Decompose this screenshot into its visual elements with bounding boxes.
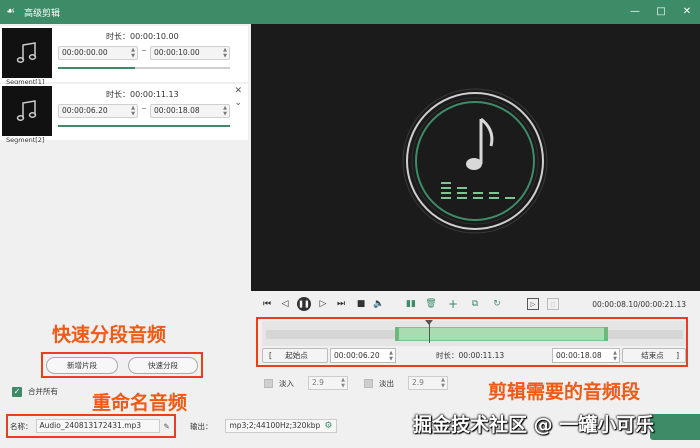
step-back-icon[interactable]: ◁ xyxy=(279,298,291,310)
segment-item[interactable]: Segment[1] 时长：00:00:10.00 00:00:00.00 ▲ ▼ … xyxy=(0,26,248,86)
checkmark-icon[interactable]: ✓ xyxy=(12,386,22,397)
music-note-icon xyxy=(466,117,494,170)
confirm-button[interactable] xyxy=(650,414,700,440)
gear-icon[interactable]: ⚙ xyxy=(324,420,332,432)
segment-end-input[interactable]: 00:00:10.00 ▲ ▼ xyxy=(150,46,230,60)
segment-thumbnail xyxy=(2,86,52,136)
music-note-icon xyxy=(16,42,37,63)
fade-out-control[interactable]: 淡出 2.9 ▲ ▼ xyxy=(364,376,448,390)
step-forward-icon[interactable]: ▷ xyxy=(317,298,329,310)
set-end-icon[interactable]: ◻ xyxy=(547,298,559,310)
set-start-icon[interactable]: ▷ xyxy=(527,298,539,310)
segment-start-input[interactable]: 00:00:00.00 ▲ ▼ xyxy=(58,46,138,60)
window-title: 高级剪辑 xyxy=(24,8,61,19)
segment-start-input[interactable]: 00:00:06.20 ▲ ▼ xyxy=(58,104,138,118)
add-icon[interactable]: + xyxy=(447,297,459,311)
split-annotation: 快速分段音频 xyxy=(52,324,167,346)
rename-highlight-box xyxy=(6,414,176,438)
app-logo-icon: ☙ xyxy=(6,6,15,17)
segment-progress-bar xyxy=(58,67,230,69)
reset-icon[interactable]: ↻ xyxy=(491,298,503,310)
copy-icon[interactable]: ⧉ xyxy=(469,298,481,310)
playback-timecode: 00:00:08.10/00:00:21.13 xyxy=(592,300,686,309)
fade-in-label: 淡入 xyxy=(279,378,294,388)
fade-in-control[interactable]: 淡入 2.9 ▲ ▼ xyxy=(264,376,348,390)
segment-duration: 时长：00:00:11.13 xyxy=(106,90,179,99)
split-icon[interactable]: ▮▮ xyxy=(405,298,417,310)
output-label: 输出： xyxy=(190,421,213,431)
rename-annotation: 重命名音频 xyxy=(92,392,188,414)
fade-out-value[interactable]: 2.9 ▲ ▼ xyxy=(408,376,448,390)
merge-all-option[interactable]: ✓ 合并所有 xyxy=(12,386,58,397)
segment-progress-bar xyxy=(58,125,230,127)
segment-end-input[interactable]: 00:00:18.08 ▲ ▼ xyxy=(150,104,230,118)
pause-button[interactable]: ❚❚ xyxy=(297,297,311,311)
skip-to-end-icon[interactable]: ⏭ xyxy=(335,298,347,310)
segment-item[interactable]: Segment[2] 时长：00:00:11.13 00:00:06.20 ▲ ▼ … xyxy=(0,84,248,144)
delete-icon[interactable]: 🗑 xyxy=(425,298,437,310)
segment-thumbnail xyxy=(2,28,52,78)
trim-highlight-box xyxy=(256,317,688,367)
delete-segment-icon[interactable]: ✕ xyxy=(234,86,242,96)
fade-out-checkbox[interactable] xyxy=(364,378,373,388)
skip-to-start-icon[interactable]: ⏮ xyxy=(261,298,273,310)
maximize-button[interactable]: □ xyxy=(654,4,668,18)
range-separator xyxy=(142,108,146,109)
segment-label: Segment[2] xyxy=(6,136,45,144)
stop-icon[interactable]: ■ xyxy=(355,298,367,310)
title-bar: ☙ 高级剪辑 — □ ✕ xyxy=(0,0,700,24)
fade-in-value[interactable]: 2.9 ▲ ▼ xyxy=(308,376,348,390)
equalizer-icon xyxy=(441,182,515,199)
player-controls: ⏮ ◁ ❚❚ ▷ ⏭ ■ 🔈 ▮▮ 🗑 + ⧉ ↻ ▷ ◻ 00:00:08.1… xyxy=(251,291,700,317)
output-format-field[interactable]: mp3;2;44100Hz;320kbp ⚙ xyxy=(224,419,338,433)
minimize-button[interactable]: — xyxy=(628,4,642,18)
music-note-icon xyxy=(16,100,37,121)
audio-preview xyxy=(251,24,700,291)
music-disc-graphic xyxy=(402,88,548,234)
collapse-icon[interactable]: ⌄ xyxy=(234,98,242,108)
segment-duration: 时长：00:00:10.00 xyxy=(106,32,179,41)
close-button[interactable]: ✕ xyxy=(680,4,694,18)
fade-in-checkbox[interactable] xyxy=(264,378,273,388)
range-separator xyxy=(142,50,146,51)
output-row: 输出： mp3;2;44100Hz;320kbp ⚙ xyxy=(190,419,338,433)
fade-out-label: 淡出 xyxy=(379,378,394,388)
merge-all-label: 合并所有 xyxy=(28,387,58,396)
segment-panel: Segment[1] 时长：00:00:10.00 00:00:00.00 ▲ ▼ … xyxy=(0,24,250,448)
volume-icon[interactable]: 🔈 xyxy=(373,298,385,310)
trim-annotation: 剪辑需要的音频段 xyxy=(488,381,641,403)
split-highlight-box xyxy=(41,352,203,378)
watermark-text: 掘金技术社区 @ 一罐小可乐 xyxy=(413,414,655,436)
